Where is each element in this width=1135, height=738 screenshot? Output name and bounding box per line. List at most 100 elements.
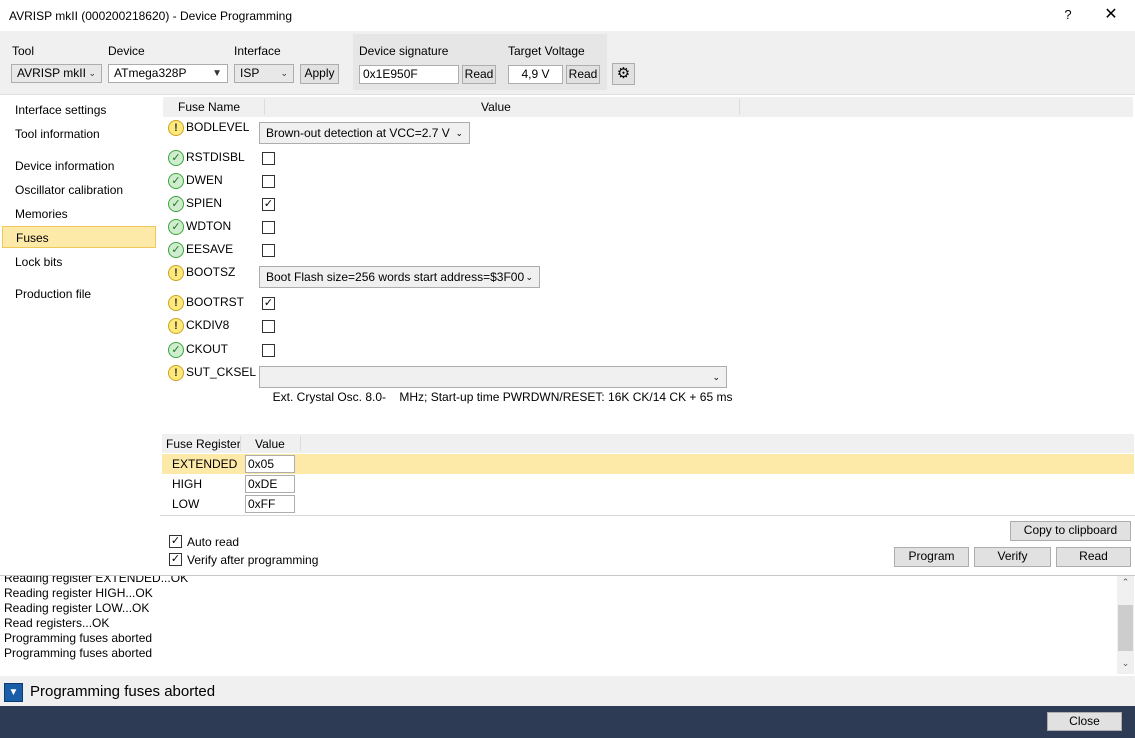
verify-after-programming-checkbox[interactable]: ✓ — [169, 553, 182, 566]
interface-select[interactable]: ISP ⌄ — [234, 64, 294, 83]
fuse-name: SPIEN — [186, 196, 223, 210]
verify-after-programming-label: Verify after programming — [187, 553, 319, 567]
warning-icon: ! — [168, 120, 184, 136]
bodlevel-select[interactable]: Brown-out detection at VCC=2.7 V ⌄ — [259, 122, 470, 144]
high-value-field[interactable]: 0xDE — [245, 475, 295, 493]
sut-cksel-select[interactable]: Ext. Crystal Osc. 8.0- MHz; Start-up tim… — [259, 366, 732, 404]
register-name: LOW — [172, 497, 200, 511]
fuse-name: BOOTSZ — [186, 265, 236, 279]
register-row-low[interactable]: LOW 0xFF — [162, 494, 1134, 514]
low-value-field[interactable]: 0xFF — [245, 495, 295, 513]
nav-item-tool-information[interactable]: Tool information — [2, 123, 156, 145]
dwen-checkbox[interactable] — [262, 175, 275, 188]
chevron-down-icon: ⌄ — [88, 68, 96, 78]
nav-item-interface-settings[interactable]: Interface settings — [2, 99, 156, 121]
ok-check-icon: ✓ — [168, 342, 184, 358]
chevron-down-icon: ⌄ — [712, 372, 720, 382]
fuse-row-rstdisbl: ✓ RSTDISBL — [168, 149, 768, 169]
ok-check-icon: ✓ — [168, 196, 184, 212]
log-line: Programming fuses aborted — [4, 646, 153, 660]
register-row-high[interactable]: HIGH 0xDE — [162, 474, 1134, 494]
extended-value-field[interactable]: 0x05 — [245, 455, 295, 473]
nav-item-oscillator-calibration[interactable]: Oscillator calibration — [2, 179, 156, 201]
tool-select[interactable]: AVRISP mkII ⌄ — [11, 64, 102, 83]
register-name: EXTENDED — [172, 457, 238, 471]
fuse-table-header: Fuse Name Value — [163, 97, 1133, 117]
warning-icon: ! — [168, 318, 184, 334]
ckout-checkbox[interactable] — [262, 344, 275, 357]
fuse-name: RSTDISBL — [186, 150, 245, 164]
warning-icon: ! — [168, 265, 184, 281]
signature-field[interactable]: 0x1E950F — [359, 65, 459, 84]
fuse-row-eesave: ✓ EESAVE — [168, 241, 768, 261]
signature-read-button[interactable]: Read — [462, 65, 496, 84]
tool-select-value: AVRISP mkII — [17, 66, 86, 80]
scroll-down-icon[interactable]: ⌄ — [1118, 658, 1133, 672]
log-output[interactable]: Reading register EXTENDED...OK Reading r… — [0, 575, 1135, 677]
ckdiv8-checkbox[interactable] — [262, 320, 275, 333]
signature-label: Device signature — [359, 44, 449, 58]
fuse-name: WDTON — [186, 219, 232, 233]
interface-label: Interface — [234, 44, 281, 58]
bootsz-value: Boot Flash size=256 words start address=… — [266, 270, 525, 284]
verify-button[interactable]: Verify — [974, 547, 1051, 567]
bodlevel-value: Brown-out detection at VCC=2.7 V — [266, 126, 450, 140]
gear-icon[interactable]: ⚙ — [612, 63, 635, 85]
fuse-name: CKOUT — [186, 342, 228, 356]
tool-label: Tool — [12, 44, 35, 58]
bootsz-select[interactable]: Boot Flash size=256 words start address=… — [259, 266, 540, 288]
scrollbar-thumb[interactable] — [1118, 605, 1133, 651]
column-divider — [240, 436, 241, 451]
bootrst-checkbox[interactable]: ✓ — [262, 297, 275, 310]
apply-button[interactable]: Apply — [300, 64, 339, 84]
read-button[interactable]: Read — [1056, 547, 1131, 567]
register-row-extended[interactable]: EXTENDED 0x05 — [162, 454, 1134, 474]
chevron-down-icon: ⌄ — [525, 272, 533, 282]
spien-checkbox[interactable]: ✓ — [262, 198, 275, 211]
nav-item-memories[interactable]: Memories — [2, 203, 156, 225]
nav-item-production-file[interactable]: Production file — [2, 283, 156, 305]
device-select[interactable]: ATmega328P ▼ — [108, 64, 228, 83]
fuse-name: DWEN — [186, 173, 223, 187]
fuse-row-spien: ✓ SPIEN ✓ — [168, 195, 768, 215]
fuse-name: CKDIV8 — [186, 318, 230, 332]
chevron-down-icon: ⌄ — [280, 68, 288, 78]
ok-check-icon: ✓ — [168, 173, 184, 189]
log-line: Programming fuses aborted — [4, 631, 153, 645]
auto-read-checkbox[interactable]: ✓ — [169, 535, 182, 548]
fuse-row-ckout: ✓ CKOUT — [168, 341, 768, 361]
warning-icon: ! — [168, 365, 184, 381]
eesave-checkbox[interactable] — [262, 244, 275, 257]
column-divider — [739, 99, 740, 115]
interface-select-value: ISP — [240, 66, 260, 80]
close-window-button[interactable]: ✕ — [1100, 4, 1122, 26]
sut-cksel-value: Ext. Crystal Osc. 8.0- MHz; Start-up tim… — [272, 390, 733, 404]
log-line: Read registers...OK — [4, 616, 110, 630]
scroll-up-icon[interactable]: ⌃ — [1118, 577, 1133, 591]
warning-icon: ! — [168, 295, 184, 311]
fuse-row-wdton: ✓ WDTON — [168, 218, 768, 238]
fuse-row-ckdiv8: ! CKDIV8 — [168, 317, 768, 337]
log-line: Reading register LOW...OK — [4, 601, 150, 615]
log-line: Reading register EXTENDED...OK — [4, 575, 189, 585]
voltage-read-button[interactable]: Read — [566, 65, 600, 84]
ok-check-icon: ✓ — [168, 219, 184, 235]
fuse-row-bootrst: ! BOOTRST ✓ — [168, 294, 768, 314]
dialog-footer — [0, 706, 1135, 738]
fuse-register-header: Fuse Register Value — [162, 434, 1134, 453]
nav-item-fuses[interactable]: Fuses — [2, 226, 156, 248]
wdton-checkbox[interactable] — [262, 221, 275, 234]
help-button[interactable]: ? — [1057, 4, 1079, 26]
rstdisbl-checkbox[interactable] — [262, 152, 275, 165]
program-button[interactable]: Program — [894, 547, 969, 567]
voltage-field[interactable]: 4,9 V — [508, 65, 563, 84]
expand-toggle-icon[interactable]: ▼ — [4, 683, 23, 702]
window-title: AVRISP mkII (000200218620) - Device Prog… — [9, 9, 293, 23]
copy-to-clipboard-button[interactable]: Copy to clipboard — [1010, 521, 1131, 541]
fuse-name-column-header: Fuse Name — [178, 100, 241, 114]
close-button[interactable]: Close — [1047, 712, 1122, 731]
auto-read-label: Auto read — [187, 535, 240, 549]
voltage-label: Target Voltage — [508, 44, 585, 58]
nav-item-device-information[interactable]: Device information — [2, 155, 156, 177]
nav-item-lock-bits[interactable]: Lock bits — [2, 251, 156, 273]
